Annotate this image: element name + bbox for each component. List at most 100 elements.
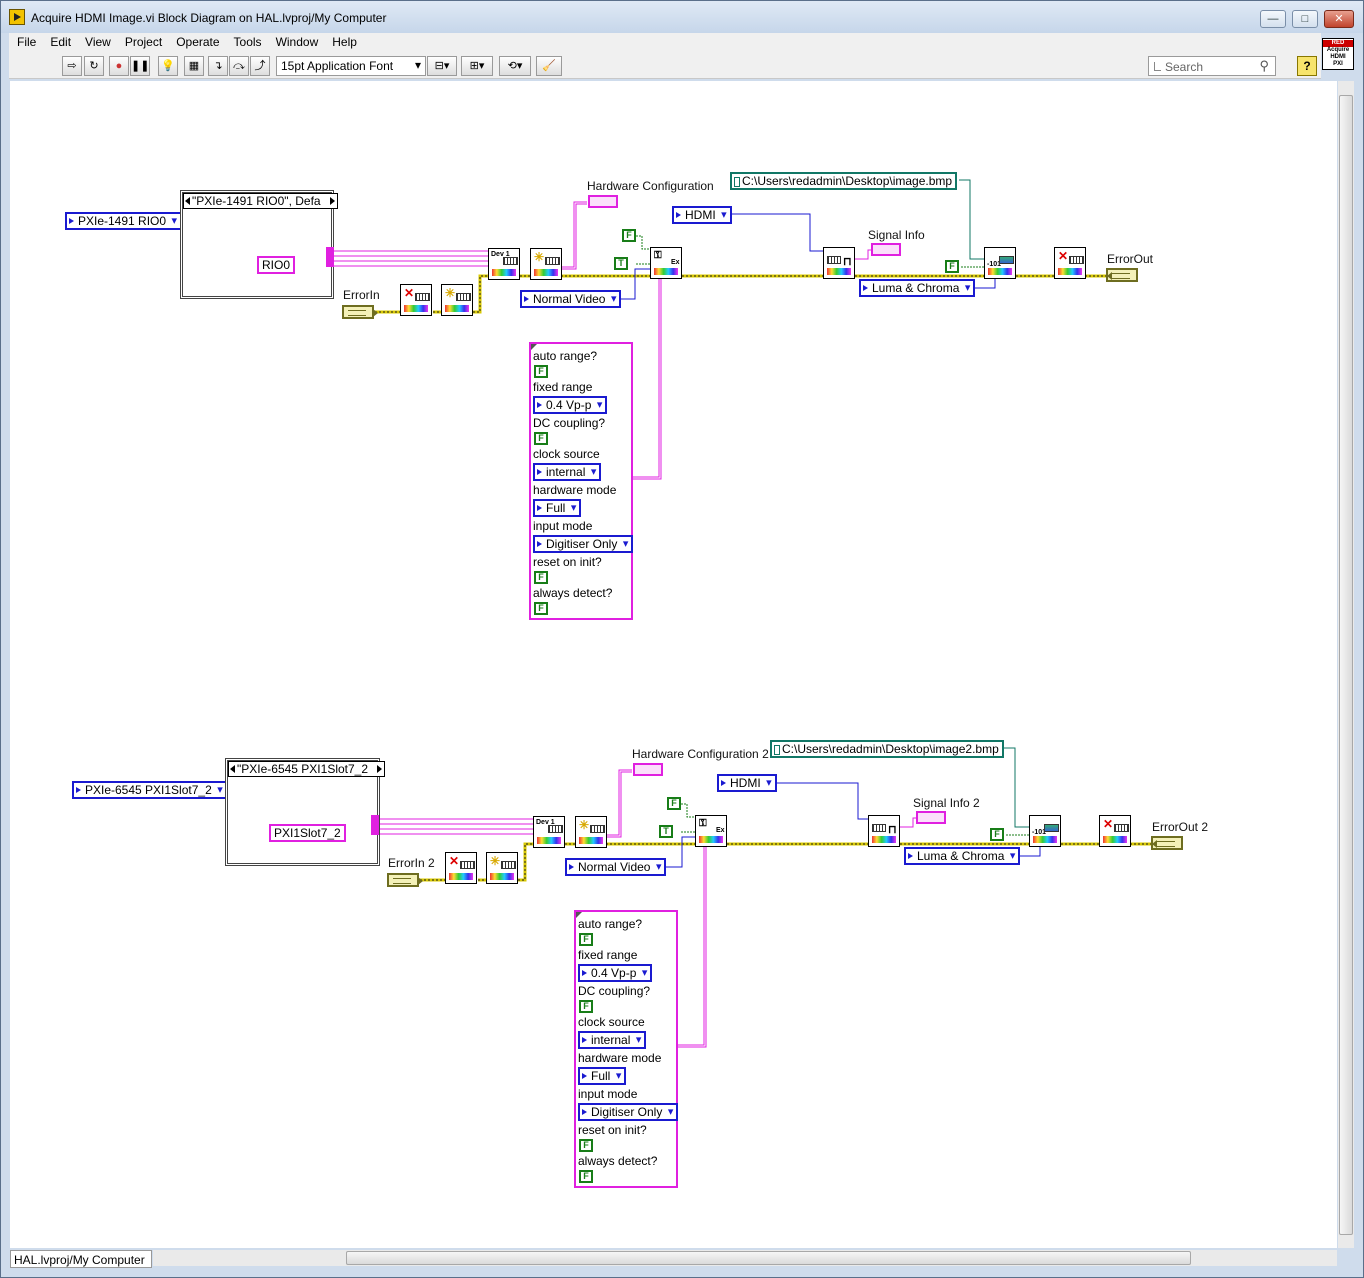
save-image-icon[interactable]: -101 — [984, 247, 1016, 279]
fixed-range-control[interactable]: 0.4 Vp-p — [533, 396, 608, 414]
color-mode-control-2[interactable]: Luma & Chroma — [904, 847, 1021, 865]
case-structure-2[interactable]: "PXIe-6545 PXI1Slot7_2 PXI1Slot7_2 — [225, 758, 386, 866]
align-objects-icon[interactable]: ⊟▾ — [427, 56, 457, 76]
get-signal-info-icon[interactable]: ⊓ — [823, 247, 855, 279]
device-open-icon[interactable]: Dev 1 — [488, 248, 520, 280]
initialize-icon-2[interactable]: ✳ — [575, 816, 607, 848]
horizontal-scroll-thumb[interactable] — [346, 1251, 1191, 1265]
error-out-terminal[interactable] — [1106, 268, 1138, 282]
maximize-button[interactable]: □ — [1292, 10, 1318, 28]
case-selector-2[interactable]: "PXIe-6545 PXI1Slot7_2 — [228, 761, 386, 777]
color-mode-control[interactable]: Luma & Chroma — [859, 279, 976, 297]
save-image-icon-2[interactable]: -101 — [1029, 815, 1061, 847]
fixed-range-control-2[interactable]: 0.4 Vp-p — [578, 964, 653, 982]
bool-constant-false[interactable]: F — [622, 229, 636, 242]
hardware-mode-control[interactable]: Full — [533, 499, 582, 517]
vertical-scrollbar[interactable] — [1338, 81, 1354, 1248]
input-mode-control[interactable]: Digitiser Only — [533, 535, 634, 553]
clock-source-control-2[interactable]: internal — [578, 1031, 647, 1049]
open-session-icon-2[interactable]: ✳ — [486, 852, 518, 884]
menu-help[interactable]: Help — [324, 33, 363, 49]
search-icon[interactable]: ⚲ — [1259, 58, 1269, 74]
menu-window[interactable]: Window — [268, 33, 325, 49]
font-selector[interactable]: 15pt Application Font — [276, 56, 426, 76]
pause-icon[interactable]: ❚❚ — [130, 56, 150, 76]
run-continuously-icon[interactable]: ↻ — [84, 56, 104, 76]
bool-constant-false-2[interactable]: F — [667, 797, 681, 810]
distribute-objects-icon[interactable]: ⊞▾ — [461, 56, 493, 76]
reset-on-init-bool-2[interactable]: F — [579, 1139, 593, 1152]
initialize-icon[interactable]: ✳ — [530, 248, 562, 280]
step-out-icon[interactable]: ⤴ — [250, 56, 270, 76]
resource-name-control-2[interactable]: PXIe-6545 PXI1Slot7_2 — [72, 781, 228, 799]
minimize-button[interactable]: — — [1260, 10, 1286, 28]
menu-file[interactable]: File — [9, 33, 42, 49]
clear-errors-icon[interactable]: ✕ — [400, 284, 432, 316]
hardware-config-indicator[interactable] — [588, 195, 618, 208]
auto-range-bool-2[interactable]: F — [579, 933, 593, 946]
signal-info-indicator[interactable] — [871, 243, 901, 256]
auto-range-bool[interactable]: F — [534, 365, 548, 378]
error-in-terminal-2[interactable] — [387, 873, 423, 887]
open-session-icon[interactable]: ✳ — [441, 284, 473, 316]
context-help-button[interactable]: ? — [1297, 56, 1317, 76]
video-mode-control[interactable]: Normal Video — [520, 290, 622, 308]
vi-icon[interactable]: RED Acquire HDMI PXI — [1322, 38, 1354, 70]
error-in-terminal[interactable] — [342, 305, 378, 319]
bool-constant-false-save-2[interactable]: F — [990, 828, 1004, 841]
horizontal-scrollbar[interactable] — [153, 1250, 1337, 1266]
menu-project[interactable]: Project — [117, 33, 168, 49]
hardware-config-cluster-2[interactable]: auto range? F fixed range 0.4 Vp-p DC co… — [574, 910, 679, 1188]
bool-constant-true-2[interactable]: T — [659, 825, 673, 838]
clock-source-control[interactable]: internal — [533, 463, 602, 481]
case-structure[interactable]: "PXIe-1491 RIO0", Defa RIO0 — [180, 190, 338, 299]
always-detect-bool[interactable]: F — [534, 602, 548, 615]
case-selector[interactable]: "PXIe-1491 RIO0", Defa — [183, 193, 338, 209]
resource-name-control[interactable]: PXIe-1491 RIO0 — [65, 212, 183, 230]
video-mode-control-2[interactable]: Normal Video — [565, 858, 667, 876]
menu-view[interactable]: View — [77, 33, 117, 49]
menu-operate[interactable]: Operate — [168, 33, 225, 49]
configure-ex-icon-2[interactable]: ⚿ Ex — [695, 815, 727, 847]
device-open-icon-2[interactable]: Dev 1 — [533, 816, 565, 848]
reset-on-init-bool[interactable]: F — [534, 571, 548, 584]
vertical-scroll-thumb[interactable] — [1339, 95, 1353, 1235]
menu-tools[interactable]: Tools — [226, 33, 268, 49]
source-control[interactable]: HDMI — [672, 206, 732, 224]
close-session-icon-2[interactable]: ✕ — [1099, 815, 1131, 847]
block-diagram-canvas[interactable]: PXIe-1491 RIO0 "PXIe-1491 RIO0", Defa RI… — [10, 81, 1337, 1248]
clear-errors-icon-2[interactable]: ✕ — [445, 852, 477, 884]
project-context-status[interactable]: HAL.lvproj/My Computer — [10, 1250, 152, 1268]
search-input[interactable]: Search ⚲ — [1148, 56, 1276, 76]
menu-edit[interactable]: Edit — [42, 33, 77, 49]
abort-icon[interactable]: ● — [109, 56, 129, 76]
hardware-config-label-2: Hardware Configuration 2 — [632, 747, 769, 761]
alias-constant[interactable]: RIO0 — [257, 256, 296, 274]
always-detect-bool-2[interactable]: F — [579, 1170, 593, 1183]
hardware-mode-control-2[interactable]: Full — [578, 1067, 627, 1085]
hardware-config-indicator-2[interactable] — [633, 763, 663, 776]
input-mode-control-2[interactable]: Digitiser Only — [578, 1103, 679, 1121]
get-signal-info-icon-2[interactable]: ⊓ — [868, 815, 900, 847]
step-into-icon[interactable]: ↴ — [208, 56, 228, 76]
bool-constant-false-save[interactable]: F — [945, 260, 959, 273]
step-over-icon[interactable]: ⤼ — [229, 56, 249, 76]
error-out-terminal-2[interactable] — [1151, 836, 1183, 850]
highlight-execution-icon[interactable]: 💡 — [158, 56, 178, 76]
hardware-config-cluster[interactable]: auto range? F fixed range 0.4 Vp-p DC co… — [529, 342, 634, 620]
clean-up-diagram-icon[interactable]: 🧹 — [536, 56, 562, 76]
image-path-constant-2[interactable]: C:\Users\redadmin\Desktop\image2.bmp — [770, 740, 1004, 758]
reorder-icon[interactable]: ⟲▾ — [499, 56, 531, 76]
signal-info-indicator-2[interactable] — [916, 811, 946, 824]
dc-coupling-bool-2[interactable]: F — [579, 1000, 593, 1013]
source-control-2[interactable]: HDMI — [717, 774, 777, 792]
bool-constant-true[interactable]: T — [614, 257, 628, 270]
image-path-constant[interactable]: C:\Users\redadmin\Desktop\image.bmp — [730, 172, 958, 190]
alias-constant-2[interactable]: PXI1Slot7_2 — [269, 824, 346, 842]
close-button[interactable]: ✕ — [1324, 10, 1354, 28]
run-arrow-icon[interactable]: ⇨ — [62, 56, 82, 76]
configure-ex-icon[interactable]: ⚿ Ex — [650, 247, 682, 279]
dc-coupling-bool[interactable]: F — [534, 432, 548, 445]
close-session-icon[interactable]: ✕ — [1054, 247, 1086, 279]
retain-wire-values-icon[interactable]: ▦ — [184, 56, 204, 76]
